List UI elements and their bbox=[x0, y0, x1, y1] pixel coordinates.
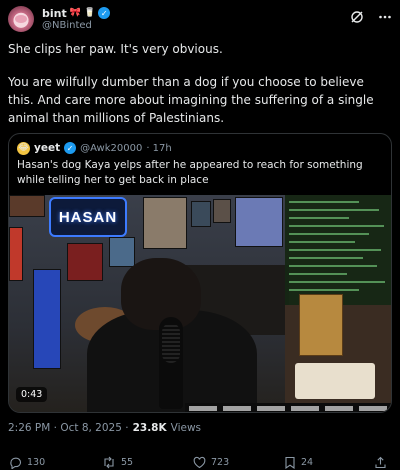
like-count: 723 bbox=[211, 457, 230, 468]
video-poster bbox=[295, 363, 375, 399]
author-display-name[interactable]: bint bbox=[42, 7, 67, 20]
hasan-neon-sign: HASAN bbox=[49, 197, 127, 237]
repost-icon bbox=[104, 456, 114, 469]
video-banner bbox=[33, 269, 61, 369]
author-handle[interactable]: @NBinted bbox=[42, 20, 92, 31]
bookmark-button[interactable]: 24 bbox=[284, 456, 313, 469]
tweet-timestamp[interactable]: 2:26 PM · Oct 8, 2025 · bbox=[8, 422, 129, 434]
quoted-tweet[interactable]: 😂 yeet ✓ @Awk20000 · 17h Hasan's dog Kay… bbox=[8, 133, 392, 413]
microphone-icon bbox=[159, 317, 183, 409]
author-name-row[interactable]: bint 🎀 🥛 ✓ bbox=[42, 6, 111, 20]
tweet-meta: 2:26 PM · Oct 8, 2025 · 23.8K Views bbox=[8, 422, 201, 434]
ribbon-emoji: 🎀 bbox=[69, 7, 81, 18]
bookmark-count: 24 bbox=[301, 457, 314, 468]
video-streamer-head bbox=[121, 258, 201, 330]
repost-count: 55 bbox=[121, 457, 134, 468]
verified-badge-icon: ✓ bbox=[98, 7, 111, 19]
video-poster bbox=[67, 243, 103, 281]
quoted-tweet-header: 😂 yeet ✓ @Awk20000 · 17h bbox=[17, 141, 172, 155]
quoted-author-handle: @Awk20000 bbox=[80, 142, 143, 154]
video-poster bbox=[109, 237, 135, 267]
reply-icon bbox=[10, 457, 22, 469]
tweet-text-paragraph-2: You are wilfully dumber than a dog if yo… bbox=[8, 75, 374, 125]
video-chat-overlay bbox=[285, 195, 391, 305]
repost-button[interactable]: 55 bbox=[102, 456, 133, 469]
quoted-time: · 17h bbox=[146, 142, 172, 154]
heart-icon bbox=[193, 456, 206, 469]
video-poster bbox=[9, 195, 45, 217]
video-frame bbox=[191, 201, 211, 227]
reply-count: 130 bbox=[27, 457, 46, 468]
like-button[interactable]: 723 bbox=[193, 456, 229, 469]
tweet-text-paragraph-1: She clips her paw. It's very obvious. bbox=[8, 42, 223, 56]
quoted-verified-badge-icon: ✓ bbox=[64, 142, 77, 154]
milk-emoji: 🥛 bbox=[83, 7, 96, 18]
video-duration-badge: 0:43 bbox=[16, 387, 48, 402]
quoted-author-name: yeet bbox=[34, 142, 61, 154]
reply-button[interactable]: 130 bbox=[9, 456, 45, 469]
quoted-author-avatar: 😂 bbox=[17, 141, 30, 155]
video-frame bbox=[213, 199, 231, 223]
video-poster bbox=[143, 197, 187, 249]
tweet-actions: 130 55 723 24 bbox=[0, 456, 400, 470]
author-avatar[interactable] bbox=[8, 6, 34, 32]
share-button[interactable] bbox=[374, 456, 387, 469]
share-icon bbox=[375, 456, 386, 469]
video-poster bbox=[9, 227, 23, 281]
bookmark-icon bbox=[285, 456, 295, 469]
header-actions bbox=[350, 10, 392, 24]
tweet-header: bint 🎀 🥛 ✓ @NBinted bbox=[8, 6, 392, 32]
sign-text: HASAN bbox=[58, 208, 118, 226]
video-subscriber-bar bbox=[185, 403, 391, 412]
quoted-tweet-text: Hasan's dog Kaya yelps after he appeared… bbox=[17, 159, 363, 186]
views-label: Views bbox=[170, 422, 202, 434]
video-poster bbox=[299, 294, 343, 356]
views-count: 23.8K bbox=[132, 422, 167, 434]
grok-icon[interactable] bbox=[350, 10, 364, 24]
more-options-icon[interactable] bbox=[378, 10, 392, 24]
video-poster bbox=[235, 197, 283, 247]
video-player[interactable]: HASAN 0:43 bbox=[9, 195, 391, 412]
